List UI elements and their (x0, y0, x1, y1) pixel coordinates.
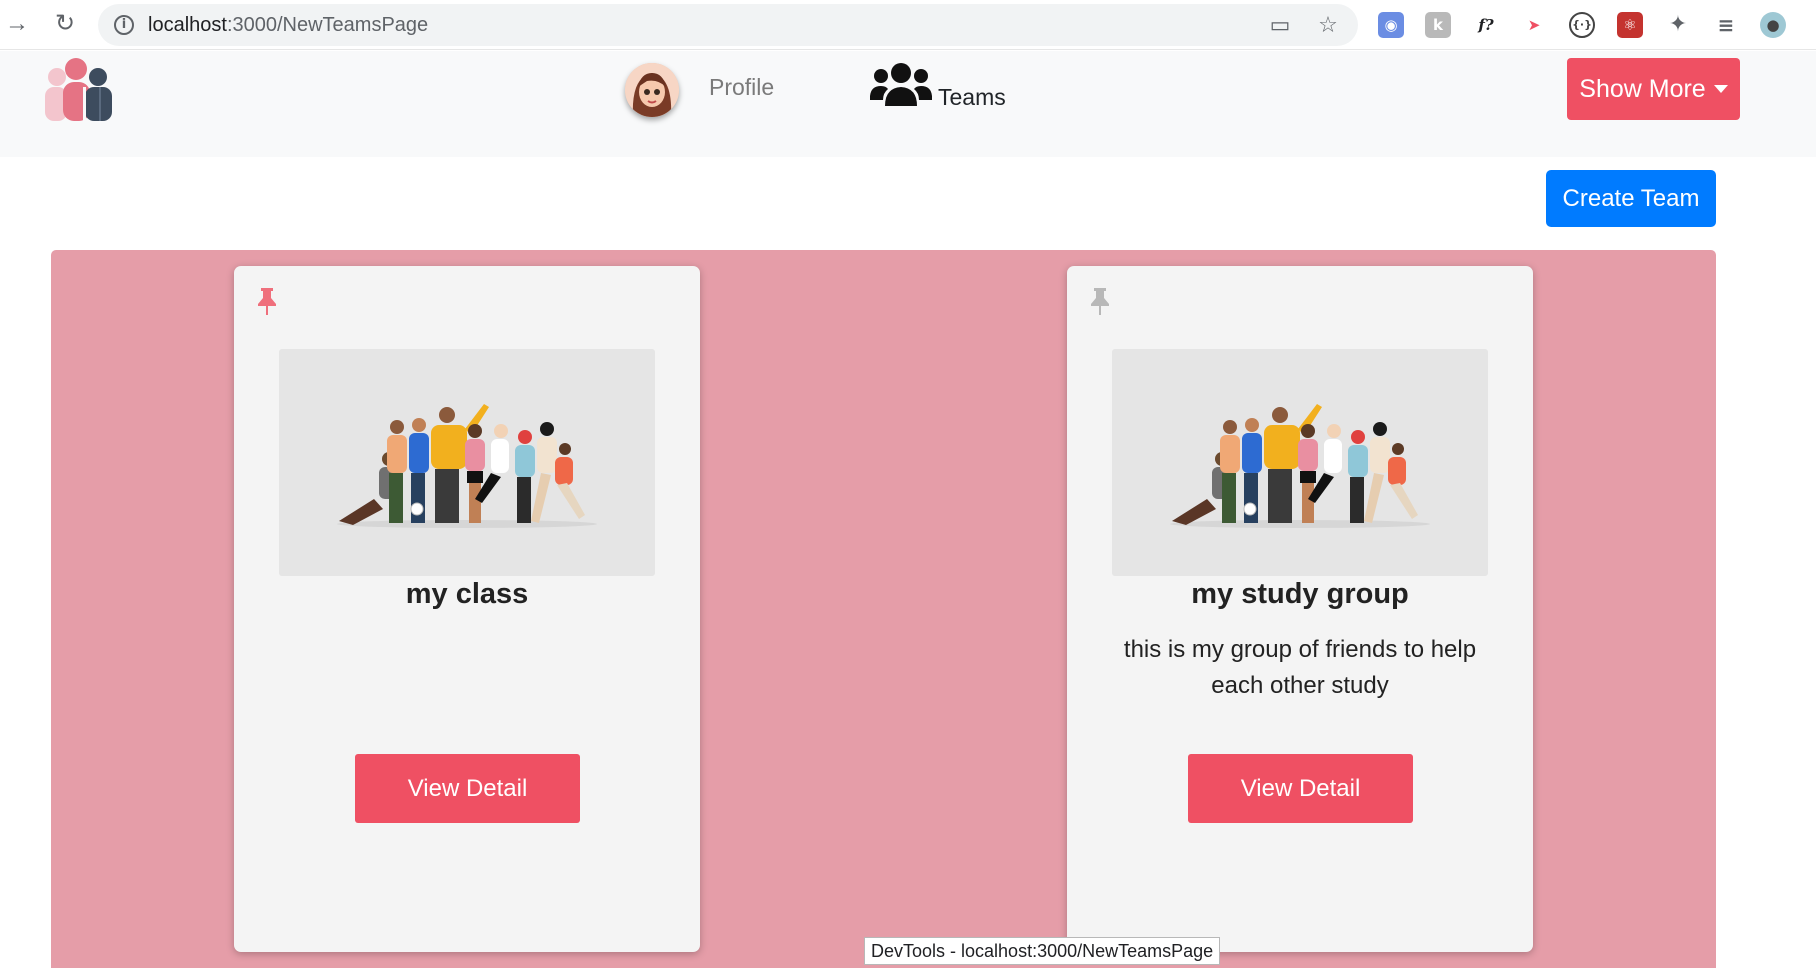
team-title: my class (405, 578, 529, 610)
profile-avatar[interactable] (625, 63, 679, 117)
site-info-icon[interactable]: i (114, 15, 134, 35)
status-tooltip: DevTools - localhost:3000/NewTeamsPage (864, 937, 1221, 965)
react-devtools-icon[interactable]: ⚛ (1617, 12, 1643, 38)
extension-k-icon[interactable]: k (1425, 12, 1451, 38)
view-detail-button[interactable]: View Detail (355, 754, 580, 823)
profile-avatar-icon (625, 63, 679, 117)
video-extension-icon[interactable]: ➤ (1521, 12, 1547, 38)
view-detail-button[interactable]: View Detail (1188, 754, 1413, 823)
extensions-puzzle-icon[interactable]: ✦ (1665, 12, 1691, 38)
formula-extension-icon[interactable]: f? (1473, 12, 1499, 38)
show-more-label: Show More (1579, 74, 1706, 103)
browser-toolbar: → ↻ i localhost:3000/NewTeamsPage ▭ ☆ ◉ … (0, 0, 1816, 50)
team-illustration (1170, 404, 1430, 528)
pin-icon[interactable] (1089, 286, 1111, 316)
team-image (279, 349, 655, 576)
camera-extension-icon[interactable]: ◉ (1378, 12, 1404, 38)
team-card: my study group this is my group of frien… (1067, 266, 1533, 952)
team-description: this is my group of friends to help each… (1123, 636, 1477, 699)
user-avatar-icon[interactable]: ● (1760, 12, 1786, 38)
create-team-button[interactable]: Create Team (1546, 170, 1716, 227)
show-more-dropdown[interactable]: Show More (1567, 58, 1740, 120)
nav-teams-link[interactable]: Teams (938, 84, 1006, 111)
code-extension-icon[interactable]: {·} (1569, 12, 1595, 38)
bookmark-star-icon[interactable]: ☆ (1316, 13, 1340, 37)
forward-arrow-icon[interactable]: → (4, 11, 30, 37)
install-app-icon[interactable]: ▭ (1268, 13, 1292, 37)
team-image (1112, 349, 1488, 576)
reload-icon[interactable]: ↻ (52, 11, 78, 37)
media-control-icon[interactable]: ≡ (1713, 12, 1739, 38)
team-card: my class View Detail (234, 266, 700, 952)
address-bar[interactable]: i localhost:3000/NewTeamsPage ▭ ☆ (98, 4, 1358, 46)
nav-profile-link[interactable]: Profile (709, 74, 774, 101)
teams-users-icon[interactable] (870, 62, 932, 110)
team-illustration (337, 404, 597, 528)
app-logo-icon[interactable] (43, 57, 120, 121)
team-title: my study group (1191, 578, 1409, 610)
caret-down-icon (1713, 85, 1728, 93)
pin-icon[interactable] (256, 286, 278, 316)
url-text[interactable]: localhost:3000/NewTeamsPage (148, 14, 428, 37)
